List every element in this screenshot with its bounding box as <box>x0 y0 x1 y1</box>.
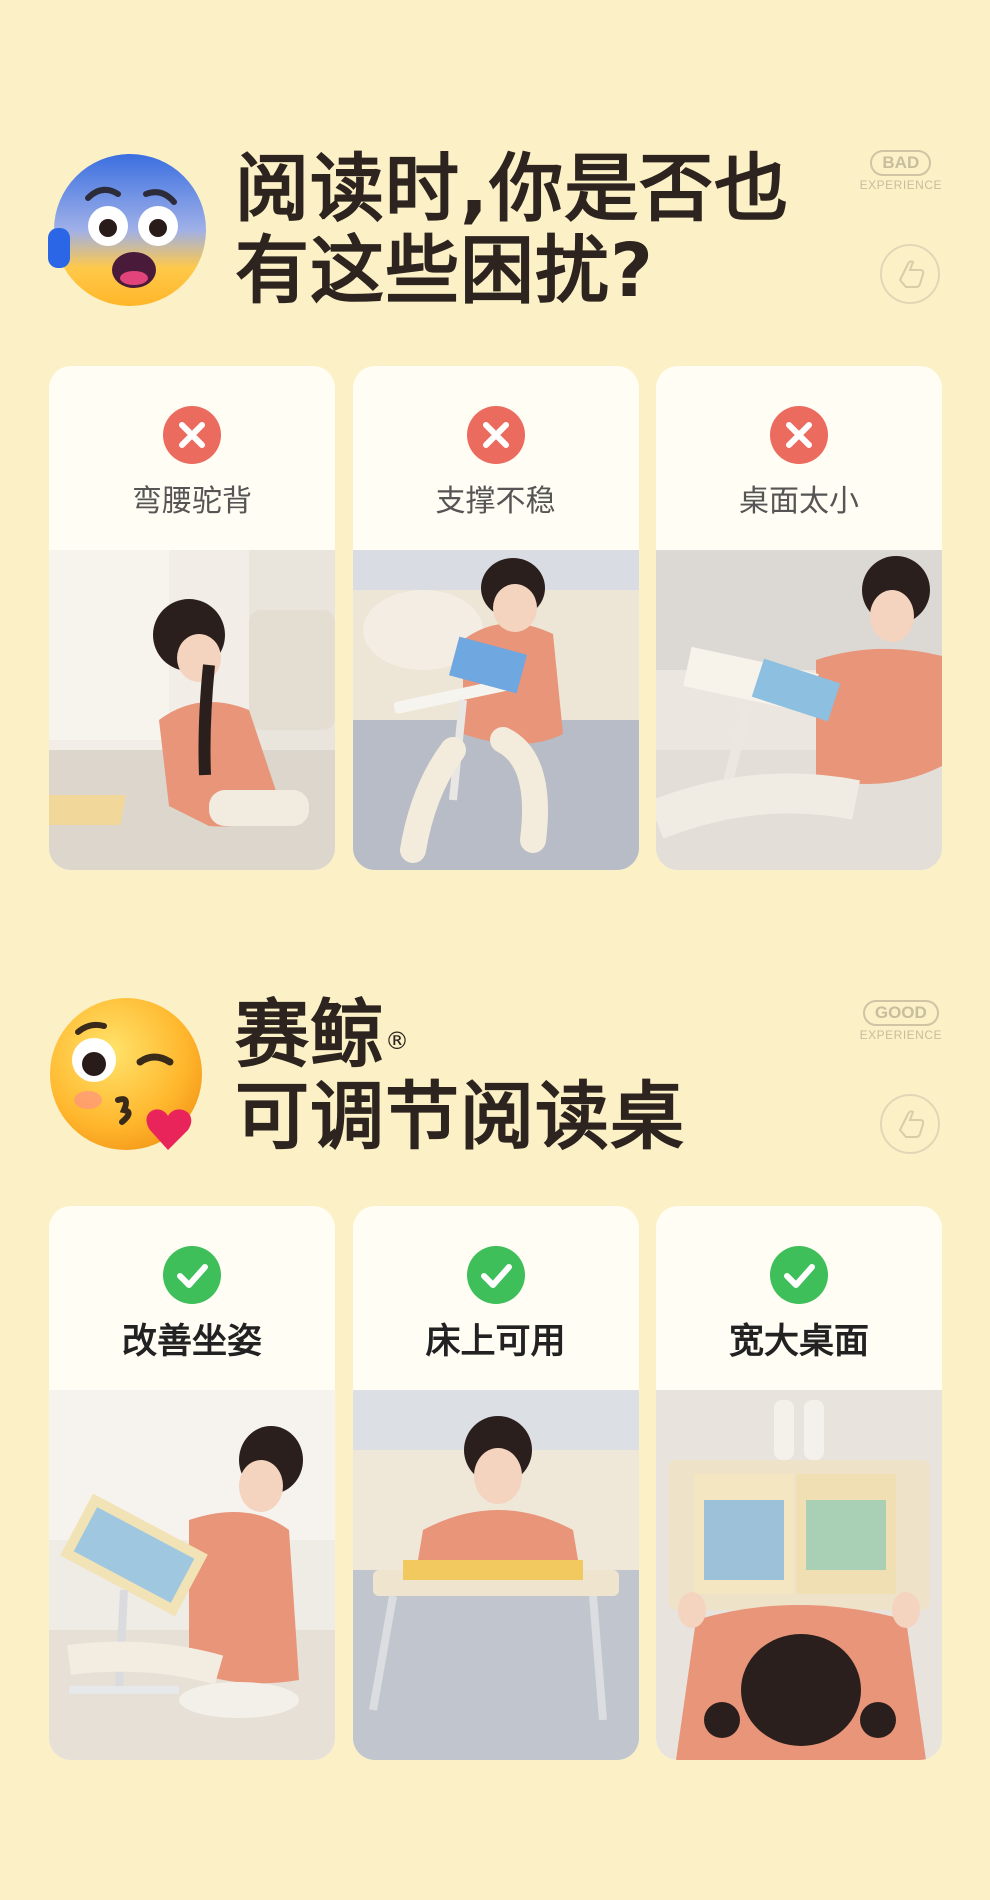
good-title-line-1: 赛鲸® <box>235 994 685 1076</box>
kissing-heart-face-icon <box>50 998 202 1150</box>
check-icon <box>770 1246 828 1304</box>
bad-title-line-1: 阅读时,你是否也 <box>235 146 790 232</box>
registered-mark: ® <box>385 1027 410 1055</box>
bad-card-1: 弯腰驼背 <box>49 366 335 870</box>
good-section-title: 赛鲸® 可调节阅读桌 <box>235 994 685 1158</box>
good-card-3: 宽大桌面 <box>656 1206 942 1760</box>
bad-photo-hunched <box>49 550 335 870</box>
good-card-2-label: 床上可用 <box>425 1322 566 1362</box>
good-tag-main: GOOD <box>862 1000 939 1026</box>
hand-pointer-icon <box>880 1094 940 1154</box>
bad-section-title: 阅读时,你是否也 有这些困扰? <box>235 148 789 312</box>
cross-icon <box>466 406 525 464</box>
bad-experience-section: 阅读时,你是否也 有这些困扰? BAD EXPERIENCE 弯腰驼背 支撑不稳… <box>0 140 990 880</box>
good-cards: 改善坐姿 床上可用 宽大桌面 <box>49 1206 942 1760</box>
cross-icon <box>770 406 828 464</box>
bad-tag-sub: EXPERIENCE <box>859 178 942 192</box>
anxious-face-icon <box>48 154 206 306</box>
good-photo-bed-desk <box>352 1390 639 1760</box>
check-icon <box>466 1246 525 1304</box>
hand-pointer-icon <box>880 244 940 304</box>
good-card-3-label: 宽大桌面 <box>728 1322 869 1362</box>
bad-card-3: 桌面太小 <box>656 366 942 870</box>
good-photo-wide-desk <box>656 1390 942 1760</box>
good-card-1: 改善坐姿 <box>49 1206 335 1760</box>
good-card-1-label: 改善坐姿 <box>121 1322 262 1362</box>
brand-name: 赛鲸 <box>235 992 385 1078</box>
bad-card-3-label: 桌面太小 <box>739 484 859 519</box>
bad-card-2: 支撑不稳 <box>352 366 639 870</box>
good-card-2: 床上可用 <box>352 1206 639 1760</box>
bad-card-1-label: 弯腰驼背 <box>132 484 252 519</box>
good-tag-sub: EXPERIENCE <box>859 1028 942 1042</box>
bad-title-line-2: 有这些困扰? <box>235 228 654 314</box>
cross-icon <box>163 406 221 464</box>
bad-tag-main: BAD <box>870 150 932 176</box>
good-title-line-2: 可调节阅读桌 <box>235 1074 685 1160</box>
bad-experience-tag: BAD EXPERIENCE <box>860 150 942 192</box>
good-experience-tag: GOOD EXPERIENCE <box>860 1000 942 1042</box>
good-experience-section: 赛鲸® 可调节阅读桌 GOOD EXPERIENCE 改善坐姿 床上可用 宽大桌… <box>0 990 990 1770</box>
check-icon <box>163 1246 221 1304</box>
good-photo-upright <box>49 1390 335 1760</box>
bad-photo-unstable <box>352 550 639 870</box>
bad-cards: 弯腰驼背 支撑不稳 桌面太小 <box>49 366 942 870</box>
bad-card-2-label: 支撑不稳 <box>435 484 556 519</box>
bad-photo-small-desk <box>656 550 942 870</box>
